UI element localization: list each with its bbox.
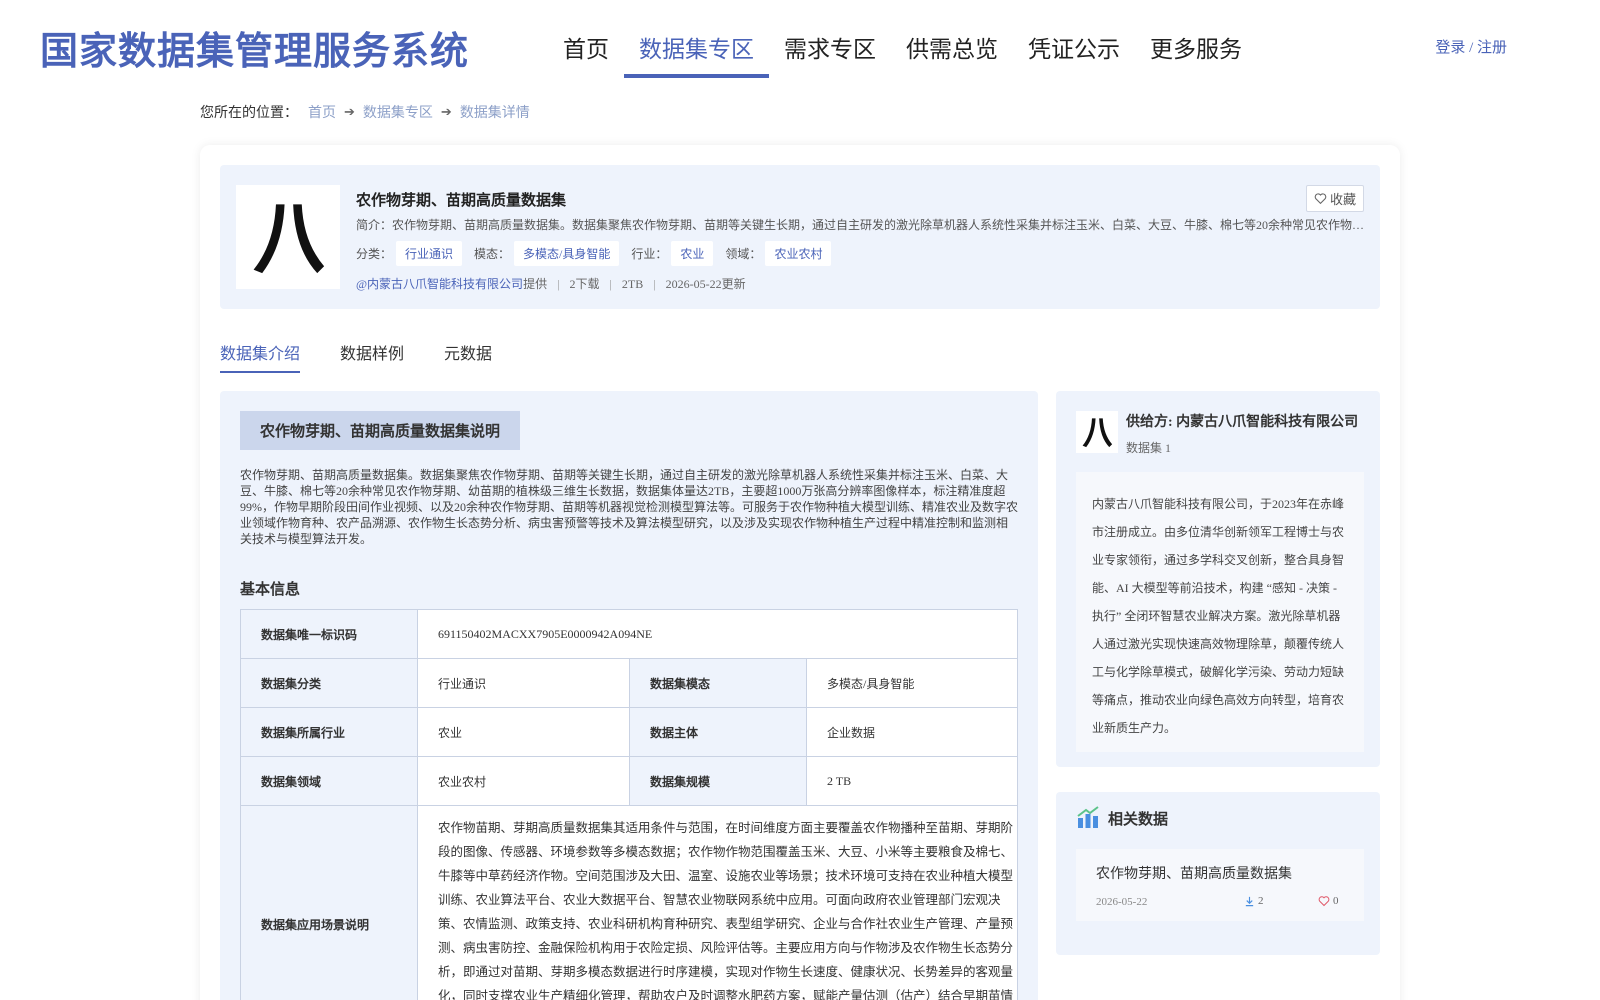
tag-key-modality: 模态： bbox=[474, 247, 511, 261]
ba-logo-icon bbox=[253, 204, 325, 274]
table-value: 691150402MACXX7905E0000942A094NE bbox=[417, 609, 1018, 659]
site-title[interactable]: 国家数据集管理服务系统 bbox=[40, 20, 469, 75]
nav-certificates[interactable]: 凭证公示 bbox=[1013, 26, 1135, 72]
table-value: 企业数据 bbox=[806, 707, 1018, 757]
login-register-link[interactable]: 登录 / 注册 bbox=[1435, 36, 1507, 57]
nav-home[interactable]: 首页 bbox=[548, 26, 624, 72]
table-key: 数据集分类 bbox=[240, 658, 418, 708]
download-value: 2 bbox=[1258, 895, 1264, 907]
arrow-right-icon: ➔ bbox=[344, 104, 355, 119]
dataset-logo bbox=[236, 185, 340, 289]
dataset-description: 农作物芽期、苗期高质量数据集。数据集聚焦农作物芽期、苗期等关键生长期，通过自主研… bbox=[240, 468, 1019, 546]
supplier-logo bbox=[1076, 411, 1118, 453]
provider-suffix: 提供 bbox=[523, 277, 548, 291]
related-item-date: 2026-05-22 bbox=[1096, 896, 1148, 908]
dataset-header: 农作物芽期、苗期高质量数据集 简介：农作物芽期、苗期高质量数据集。数据集聚焦农作… bbox=[220, 165, 1380, 309]
related-title: 相关数据 bbox=[1108, 811, 1169, 828]
detail-tabs: 数据集介绍 数据样例 元数据 bbox=[220, 340, 532, 373]
meta-separator: | bbox=[557, 277, 560, 291]
basic-info-table: 数据集唯一标识码 691150402MACXX7905E0000942A094N… bbox=[240, 609, 1018, 1000]
section-title: 农作物芽期、苗期高质量数据集说明 bbox=[240, 411, 521, 450]
heart-icon bbox=[1318, 896, 1330, 907]
supplier-panel: 供给方: 内蒙古八爪智能科技有限公司 数据集 1 内蒙古八爪智能科技有限公司，于… bbox=[1056, 391, 1380, 767]
tag-category[interactable]: 行业通识 bbox=[396, 241, 463, 266]
meta-separator: | bbox=[609, 277, 612, 291]
table-key: 数据集模态 bbox=[629, 658, 807, 708]
table-value: 多模态/具身智能 bbox=[806, 658, 1018, 708]
table-value: 农业农村 bbox=[417, 756, 630, 806]
table-key: 数据集所属行业 bbox=[240, 707, 418, 757]
nav-demands[interactable]: 需求专区 bbox=[769, 26, 891, 72]
dataset-tags: 分类： 行业通识 模态： 多模态/具身智能 行业： 农业 领域： 农业农村 bbox=[356, 241, 843, 266]
tag-key-domain: 领域： bbox=[725, 247, 762, 261]
breadcrumb-datasets[interactable]: 数据集专区 bbox=[363, 102, 433, 122]
related-item-title[interactable]: 农作物芽期、苗期高质量数据集 bbox=[1096, 863, 1292, 883]
provider-link[interactable]: @内蒙古八爪智能科技有限公司 bbox=[356, 277, 523, 291]
table-row: 数据集应用场景说明 农作物苗期、芽期高质量数据集其适用条件与范围，在时间维度方面… bbox=[240, 805, 1018, 1000]
intro-panel: 农作物芽期、苗期高质量数据集说明 农作物芽期、苗期高质量数据集。数据集聚焦农作物… bbox=[220, 391, 1038, 1000]
nav-datasets[interactable]: 数据集专区 bbox=[624, 26, 769, 78]
table-row: 数据集分类 行业通识 数据集模态 多模态/具身智能 bbox=[240, 658, 1018, 708]
like-value: 0 bbox=[1333, 895, 1339, 907]
favorite-button[interactable]: 收藏 bbox=[1305, 185, 1364, 212]
supplier-intro: 内蒙古八爪智能科技有限公司，于2023年在赤峰市注册成立。由多位清华创新领军工程… bbox=[1076, 472, 1364, 752]
tag-key-category: 分类： bbox=[356, 247, 393, 261]
table-key: 数据集规模 bbox=[629, 756, 807, 806]
related-item-likes: 0 bbox=[1318, 895, 1339, 907]
dataset-summary: 简介：农作物芽期、苗期高质量数据集。数据集聚焦农作物芽期、苗期等关键生长期，通过… bbox=[356, 218, 1366, 232]
table-key: 数据集应用场景说明 bbox=[240, 805, 418, 1000]
supplier-name[interactable]: 供给方: 内蒙古八爪智能科技有限公司 bbox=[1126, 411, 1358, 431]
table-row: 数据集唯一标识码 691150402MACXX7905E0000942A094N… bbox=[240, 609, 1018, 659]
download-icon bbox=[1245, 896, 1254, 906]
nav-overview[interactable]: 供需总览 bbox=[891, 26, 1013, 72]
tag-industry[interactable]: 农业 bbox=[671, 241, 714, 266]
table-value: 2 TB bbox=[806, 756, 1018, 806]
ba-logo-icon bbox=[1082, 418, 1113, 448]
basic-info-title: 基本信息 bbox=[240, 582, 301, 598]
tab-samples[interactable]: 数据样例 bbox=[340, 340, 404, 373]
dataset-detail-card: 农作物芽期、苗期高质量数据集 简介：农作物芽期、苗期高质量数据集。数据集聚焦农作… bbox=[200, 145, 1400, 1000]
table-value: 行业通识 bbox=[417, 658, 630, 708]
meta-separator: | bbox=[653, 277, 656, 291]
table-value: 农作物苗期、芽期高质量数据集其适用条件与范围，在时间维度方面主要覆盖农作物播种至… bbox=[417, 805, 1018, 1000]
table-row: 数据集所属行业 农业 数据主体 企业数据 bbox=[240, 707, 1018, 757]
nav-more-services[interactable]: 更多服务 bbox=[1135, 26, 1257, 72]
table-value: 农业 bbox=[417, 707, 630, 757]
dataset-meta: @内蒙古八爪智能科技有限公司提供 | 2下载 | 2TB | 2026-05-2… bbox=[356, 275, 746, 292]
breadcrumb-detail: 数据集详情 bbox=[459, 106, 530, 121]
header: 国家数据集管理服务系统 首页 数据集专区 需求专区 供需总览 凭证公示 更多服务… bbox=[0, 0, 1600, 90]
breadcrumb: 您所在的位置： 首页 ➔ 数据集专区 ➔ 数据集详情 bbox=[200, 102, 530, 122]
table-key: 数据主体 bbox=[629, 707, 807, 757]
tab-intro[interactable]: 数据集介绍 bbox=[220, 340, 301, 373]
tag-modality[interactable]: 多模态/具身智能 bbox=[514, 241, 620, 266]
favorite-label: 收藏 bbox=[1329, 192, 1356, 207]
tab-metadata[interactable]: 元数据 bbox=[444, 340, 492, 373]
tag-key-industry: 行业： bbox=[631, 247, 668, 261]
table-key: 数据集领域 bbox=[240, 756, 418, 806]
download-count: 2下载 bbox=[569, 277, 600, 291]
updated-date: 2026-05-22更新 bbox=[665, 277, 746, 291]
heart-icon bbox=[1314, 193, 1327, 205]
related-item-downloads: 2 bbox=[1244, 895, 1264, 907]
related-panel: 相关数据 农作物芽期、苗期高质量数据集 2026-05-22 2 0 bbox=[1056, 792, 1380, 955]
dataset-title: 农作物芽期、苗期高质量数据集 bbox=[356, 193, 567, 209]
breadcrumb-label: 您所在的位置： bbox=[200, 106, 298, 121]
tag-domain[interactable]: 农业农村 bbox=[765, 241, 832, 266]
main-nav: 首页 数据集专区 需求专区 供需总览 凭证公示 更多服务 bbox=[548, 26, 1257, 78]
table-row: 数据集领域 农业农村 数据集规模 2 TB bbox=[240, 756, 1018, 806]
dataset-size: 2TB bbox=[621, 277, 644, 291]
bar-chart-icon bbox=[1077, 806, 1099, 828]
related-item[interactable]: 农作物芽期、苗期高质量数据集 2026-05-22 2 0 bbox=[1076, 849, 1364, 921]
arrow-right-icon: ➔ bbox=[440, 104, 452, 119]
breadcrumb-home[interactable]: 首页 bbox=[308, 102, 336, 122]
related-header: 相关数据 bbox=[1076, 806, 1168, 830]
table-key: 数据集唯一标识码 bbox=[240, 609, 418, 659]
supplier-dataset-count: 数据集 1 bbox=[1126, 441, 1172, 455]
